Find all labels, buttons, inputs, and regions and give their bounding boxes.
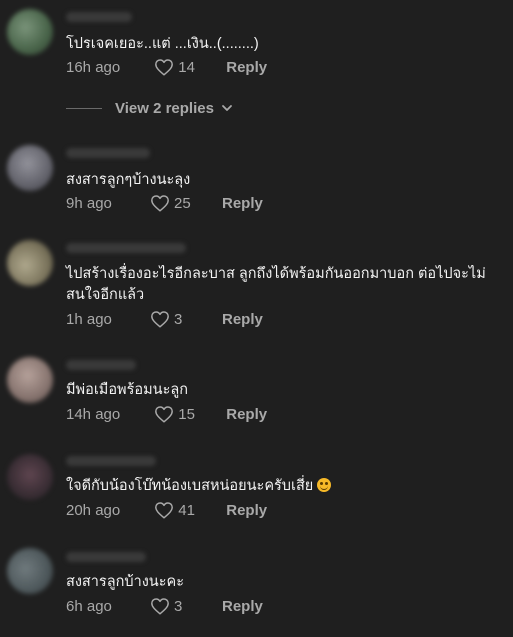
comment-text: มีพ่อเมือพร้อมนะลูก <box>66 382 189 398</box>
heart-icon <box>155 502 174 519</box>
comment-meta: 1h ago 3 Reply <box>66 308 263 330</box>
comment-meta: 9h ago 25 Reply <box>66 192 263 214</box>
comment-text: สงสารลูกๆบ้างนะลุง <box>66 172 191 188</box>
comment-time: 16h ago <box>66 58 121 76</box>
like-button[interactable]: 14 <box>154 58 198 76</box>
view-replies-button[interactable]: View 2 replies <box>66 97 233 119</box>
like-count: 3 <box>174 310 183 328</box>
avatar[interactable] <box>7 240 53 286</box>
heart-icon <box>151 311 169 328</box>
like-button[interactable]: 25 <box>150 194 194 212</box>
chevron-down-icon <box>222 105 232 111</box>
username-blurred[interactable] <box>66 552 146 562</box>
like-button[interactable]: 3 <box>150 597 194 615</box>
username-blurred[interactable] <box>66 243 186 253</box>
heart-icon <box>151 598 169 615</box>
like-button[interactable]: 41 <box>154 501 198 519</box>
username-blurred[interactable] <box>66 12 132 22</box>
comment-text: สงสารลูกบ้างนะคะ <box>66 574 184 590</box>
comment-meta: 16h ago 14 Reply <box>66 56 267 78</box>
divider-line <box>66 107 102 109</box>
like-button[interactable]: 15 <box>154 405 198 423</box>
heart-icon <box>155 406 174 423</box>
heart-icon <box>155 59 174 76</box>
comment-meta: 6h ago 3 Reply <box>66 595 263 617</box>
comment-time: 20h ago <box>66 501 121 519</box>
like-count: 14 <box>178 58 195 76</box>
reply-button[interactable]: Reply <box>222 311 263 328</box>
username-blurred[interactable] <box>66 360 136 370</box>
comment-text: โปรเจคเยอะ..แต่ ...เงิน..(........) <box>66 36 259 52</box>
like-count: 25 <box>174 194 191 212</box>
view-replies-label: View 2 replies <box>115 99 214 117</box>
comment-time: 6h ago <box>66 597 112 615</box>
comment-text-content: ใจดีกับน้องโบ๊ทน้องเบสหน่อยนะครับเสี่ย <box>66 478 314 494</box>
username-blurred[interactable] <box>66 456 156 466</box>
smiling-face-emoji-icon <box>317 478 332 492</box>
comment-time: 9h ago <box>66 194 112 212</box>
reply-button[interactable]: Reply <box>226 502 267 519</box>
comment-text: ใจดีกับน้องโบ๊ทน้องเบสหน่อยนะครับเสี่ย <box>66 476 505 497</box>
reply-button[interactable]: Reply <box>222 598 263 615</box>
comment-meta: 14h ago 15 Reply <box>66 403 267 425</box>
reply-button[interactable]: Reply <box>222 195 263 212</box>
avatar[interactable] <box>7 357 53 403</box>
avatar[interactable] <box>7 9 53 55</box>
avatar[interactable] <box>7 548 53 594</box>
username-blurred[interactable] <box>66 148 150 158</box>
comment-meta: 20h ago 41 Reply <box>66 499 267 521</box>
like-count: 41 <box>178 501 195 519</box>
reply-button[interactable]: Reply <box>226 406 267 423</box>
heart-icon <box>151 195 169 212</box>
avatar[interactable] <box>7 145 53 191</box>
like-count: 15 <box>178 405 195 423</box>
reply-button[interactable]: Reply <box>226 59 267 76</box>
like-count: 3 <box>174 597 183 615</box>
comment-text: ไปสร้างเรื่องอะไรอีกละบาส ลูกถึงได้พร้อม… <box>66 266 486 303</box>
like-button[interactable]: 3 <box>150 310 194 328</box>
avatar[interactable] <box>7 454 53 500</box>
comment-time: 14h ago <box>66 405 121 423</box>
comment-time: 1h ago <box>66 310 112 328</box>
